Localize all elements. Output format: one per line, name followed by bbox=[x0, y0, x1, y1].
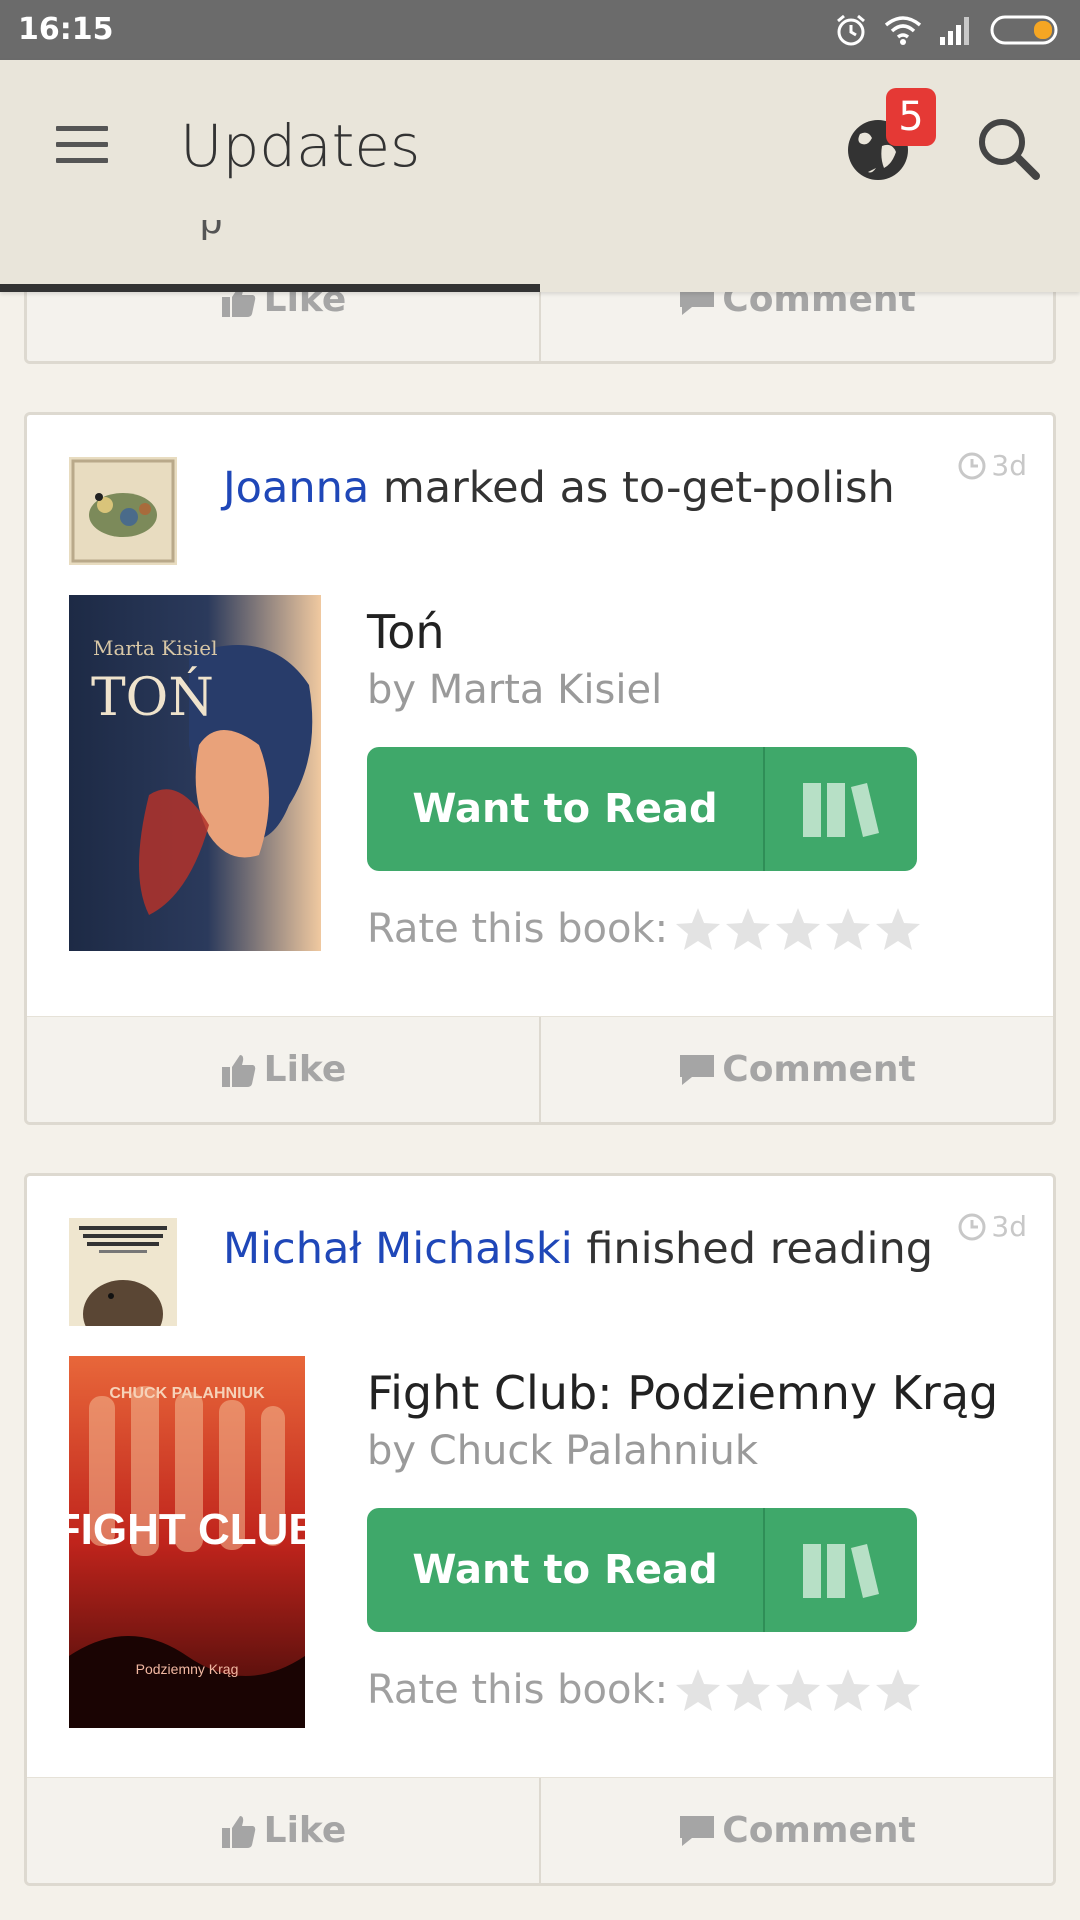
cover-title-text: FIGHT CLUB bbox=[69, 1505, 305, 1554]
cover-author-text: Marta Kisiel bbox=[93, 636, 218, 660]
thumbs-up-icon bbox=[221, 1815, 255, 1848]
comment-button[interactable]: Comment bbox=[539, 1778, 1053, 1883]
wifi-icon bbox=[884, 16, 922, 45]
page-title: Updates bbox=[180, 112, 421, 180]
card-actions: Like Comment bbox=[27, 1777, 1053, 1883]
star-icon[interactable] bbox=[774, 1666, 822, 1714]
shelf-dropdown-button[interactable] bbox=[765, 1508, 917, 1632]
user-link[interactable]: Michał Michalski bbox=[223, 1224, 573, 1274]
shelf-icon bbox=[803, 783, 879, 837]
cover-title-text: TOŃ bbox=[91, 666, 214, 728]
rate-row: Rate this book: bbox=[367, 1666, 922, 1714]
rate-label: Rate this book: bbox=[367, 1667, 669, 1713]
book-cover[interactable]: CHUCK PALAHNIUK FIGHT CLUB Podziemny Krą… bbox=[69, 1356, 305, 1728]
tab-updates[interactable]: p bbox=[200, 220, 340, 240]
star-icon[interactable] bbox=[824, 905, 872, 953]
want-to-read-label[interactable]: Want to Read bbox=[367, 1508, 765, 1632]
like-button[interactable]: Like bbox=[27, 1778, 539, 1883]
book-author[interactable]: by Marta Kisiel bbox=[367, 667, 662, 713]
book-author[interactable]: by Chuck Palahniuk bbox=[367, 1428, 758, 1474]
rate-label: Rate this book: bbox=[367, 906, 669, 952]
tab-indicator bbox=[0, 284, 540, 292]
comment-icon bbox=[680, 1815, 715, 1846]
timestamp: 3d bbox=[957, 1210, 1027, 1243]
star-rating[interactable] bbox=[674, 1666, 922, 1714]
star-icon[interactable] bbox=[824, 1666, 872, 1714]
timestamp: 3d bbox=[957, 449, 1027, 482]
cover-author-text: CHUCK PALAHNIUK bbox=[109, 1385, 265, 1402]
book-cover[interactable]: Marta Kisiel TOŃ bbox=[69, 595, 321, 951]
status-bar: 16:15 bbox=[0, 0, 1080, 60]
comment-icon bbox=[680, 1054, 715, 1085]
search-icon[interactable] bbox=[972, 112, 1044, 184]
signal-icon bbox=[940, 17, 969, 45]
star-icon[interactable] bbox=[874, 905, 922, 953]
menu-icon[interactable] bbox=[52, 120, 112, 170]
book-title[interactable]: Toń bbox=[367, 605, 445, 659]
activity-text: Michał Michalski finished reading bbox=[223, 1224, 933, 1274]
star-icon[interactable] bbox=[874, 1666, 922, 1714]
star-rating[interactable] bbox=[674, 905, 922, 953]
avatar[interactable] bbox=[69, 1218, 177, 1326]
rate-row: Rate this book: bbox=[367, 905, 922, 953]
card-actions: Like Comment bbox=[27, 1016, 1053, 1122]
notification-badge[interactable]: 5 bbox=[886, 88, 936, 146]
thumbs-up-icon bbox=[221, 1054, 255, 1087]
book-title[interactable]: Fight Club: Podziemny Krąg bbox=[367, 1366, 998, 1420]
comment-button[interactable]: Comment bbox=[539, 1017, 1053, 1122]
star-icon[interactable] bbox=[774, 905, 822, 953]
star-icon[interactable] bbox=[674, 1666, 722, 1714]
update-card: Joanna marked as to-get-polish 3d Marta … bbox=[24, 412, 1056, 1125]
shelf-icon bbox=[803, 1544, 879, 1598]
timestamp-value: 3d bbox=[991, 1210, 1027, 1243]
star-icon[interactable] bbox=[724, 1666, 772, 1714]
star-icon[interactable] bbox=[674, 905, 722, 953]
like-button[interactable]: Like bbox=[27, 1017, 539, 1122]
activity-action: finished reading bbox=[586, 1224, 934, 1274]
comment-label: Comment bbox=[722, 1810, 916, 1851]
like-label: Like bbox=[263, 1810, 347, 1851]
star-icon[interactable] bbox=[724, 905, 772, 953]
alarm-icon bbox=[837, 14, 865, 46]
clock-icon bbox=[958, 1213, 986, 1240]
want-to-read-label[interactable]: Want to Read bbox=[367, 747, 765, 871]
timestamp-value: 3d bbox=[991, 449, 1027, 482]
want-to-read-button[interactable]: Want to Read bbox=[367, 1508, 917, 1632]
tab-other[interactable] bbox=[670, 220, 830, 240]
shelf-dropdown-button[interactable] bbox=[765, 747, 917, 871]
update-card: Michał Michalski finished reading 3d CHU… bbox=[24, 1173, 1056, 1886]
status-time: 16:15 bbox=[18, 12, 114, 47]
user-link[interactable]: Joanna bbox=[223, 463, 369, 513]
like-label: Like bbox=[263, 1049, 347, 1090]
clock-icon bbox=[958, 452, 986, 479]
avatar[interactable] bbox=[69, 457, 177, 565]
status-icons bbox=[834, 10, 1062, 50]
cover-subtitle-text: Podziemny Krąg bbox=[136, 1661, 239, 1677]
want-to-read-button[interactable]: Want to Read bbox=[367, 747, 917, 871]
comment-label: Comment bbox=[722, 1049, 916, 1090]
activity-action: marked as to-get-polish bbox=[382, 463, 895, 513]
app-bar: Updates 5 p bbox=[0, 60, 1080, 292]
battery-icon bbox=[990, 15, 1058, 45]
activity-text: Joanna marked as to-get-polish bbox=[223, 463, 895, 513]
